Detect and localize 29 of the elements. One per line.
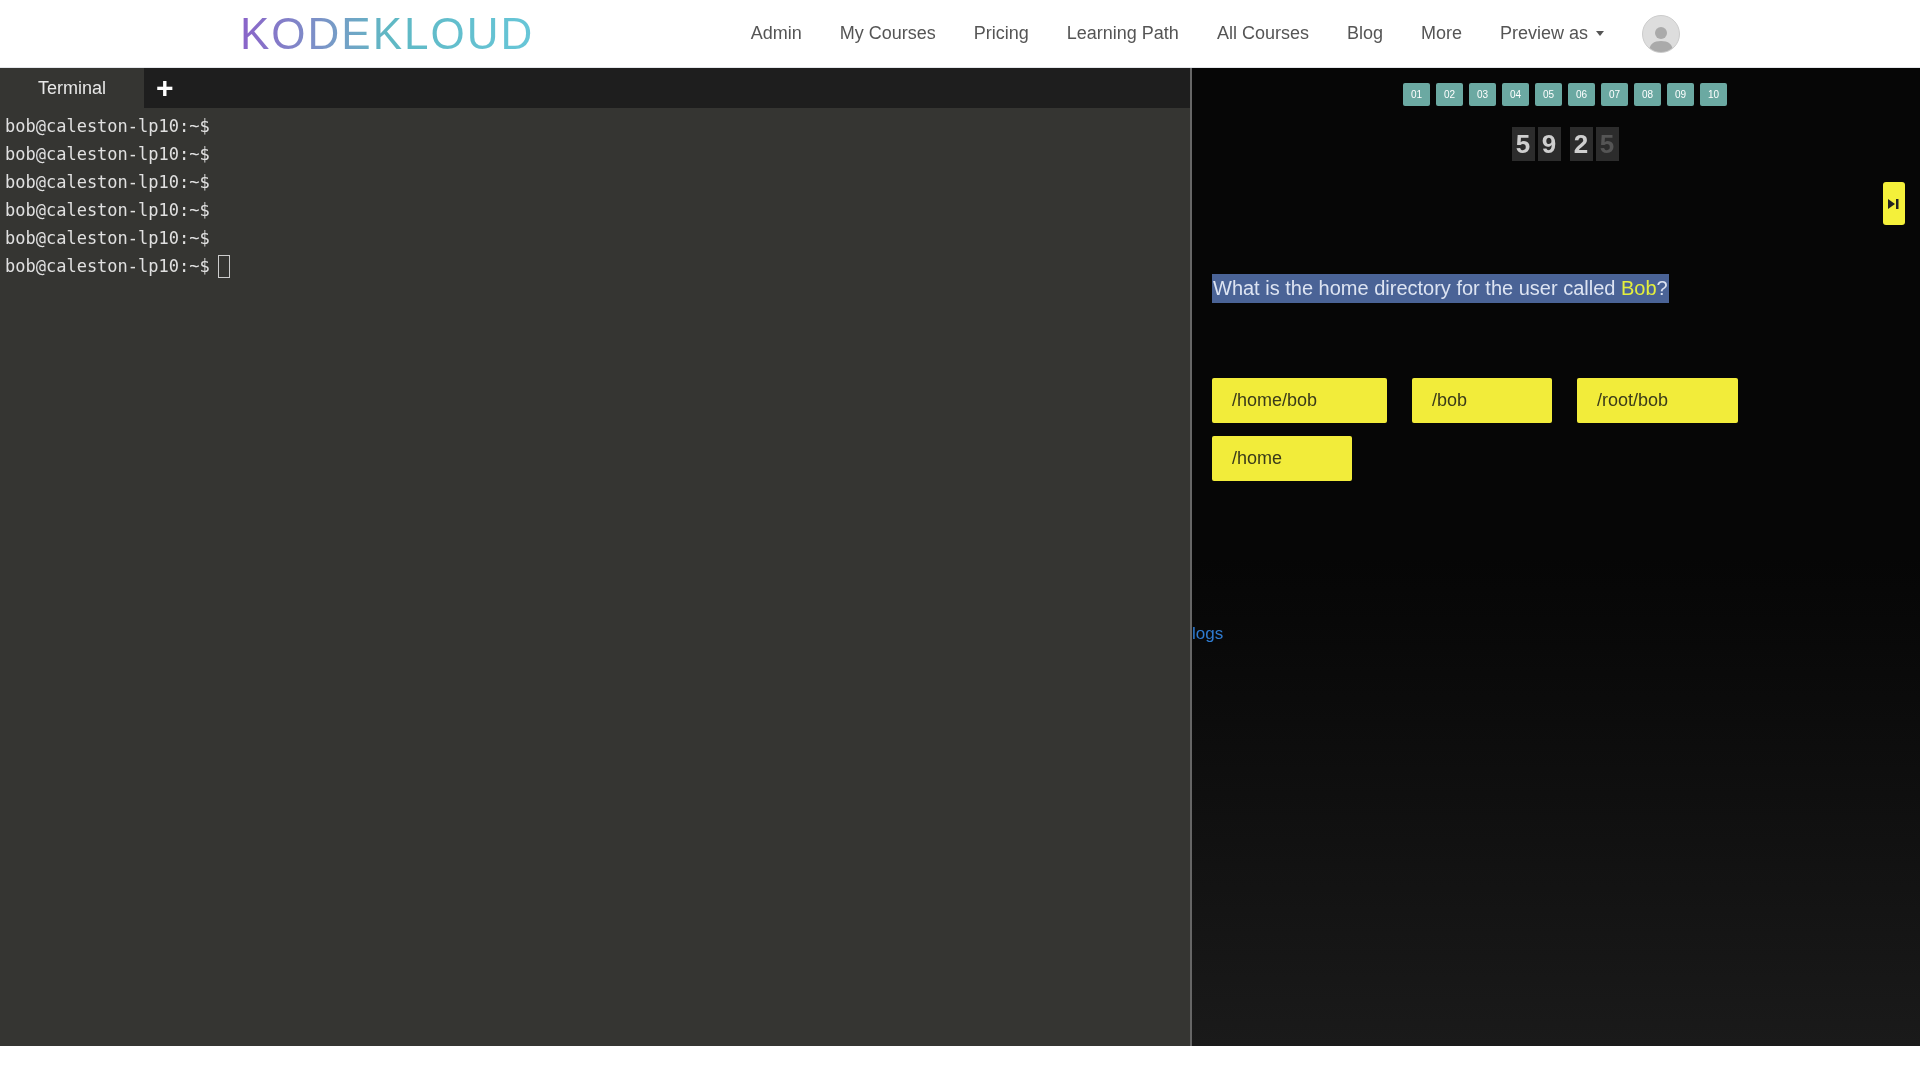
timer-digit: 2 <box>1569 127 1593 161</box>
terminal-line: bob@caleston-lp10:~$ <box>5 171 210 194</box>
caret-icon <box>1596 31 1604 36</box>
question-text: What is the home directory for the user called Bob? <box>1212 274 1669 303</box>
nav-link[interactable]: Admin <box>750 20 802 47</box>
timer-digit: 5 <box>1511 127 1535 161</box>
preview-as-dropdown[interactable]: Preview as <box>1499 20 1604 47</box>
cursor-icon <box>217 254 230 278</box>
timer-digit: 9 <box>1537 127 1561 161</box>
nav-link[interactable]: More <box>1420 20 1462 47</box>
nav-link[interactable]: Blog <box>1346 20 1383 47</box>
nav-link[interactable]: All Courses <box>1216 20 1309 47</box>
terminal-line: bob@caleston-lp10:~$ <box>5 255 210 278</box>
answer-option-button[interactable]: /home <box>1212 436 1353 481</box>
nav-link[interactable]: My Courses <box>839 20 936 47</box>
terminal-line: bob@caleston-lp10:~$ <box>5 143 210 166</box>
skip-button[interactable] <box>1883 182 1905 225</box>
skip-icon <box>1888 198 1900 209</box>
answer-option-button[interactable]: /root/bob <box>1577 378 1739 423</box>
answer-option-button[interactable]: /bob <box>1412 378 1553 423</box>
answer-option-button[interactable]: /home/bob <box>1212 378 1388 423</box>
nav-link[interactable]: Pricing <box>973 20 1029 47</box>
terminal-tab[interactable]: Terminal <box>0 68 144 108</box>
terminal-line: bob@caleston-lp10:~$ <box>5 199 210 222</box>
terminal-line: bob@caleston-lp10:~$ <box>5 115 210 138</box>
add-tab-button[interactable]: + <box>144 68 186 108</box>
nav-link[interactable]: Learning Path <box>1066 20 1179 47</box>
terminal-line: bob@caleston-lp10:~$ <box>5 227 210 250</box>
logs-link[interactable]: logs <box>1192 621 1920 647</box>
